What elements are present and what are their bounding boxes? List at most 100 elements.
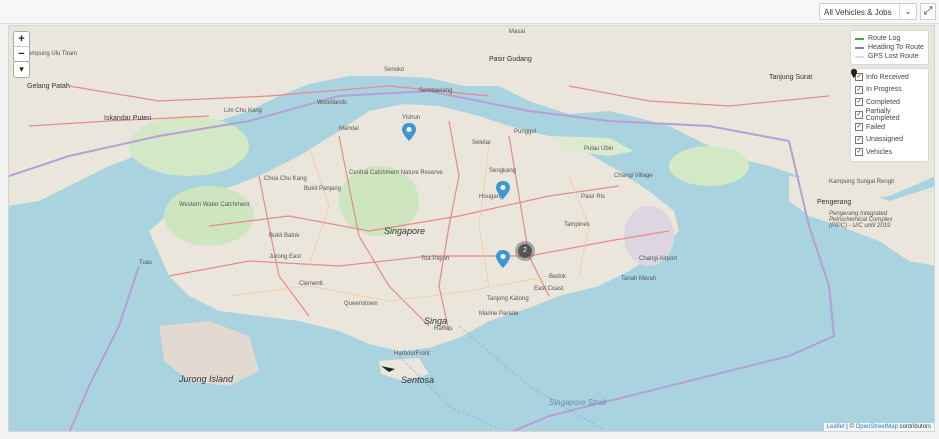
map-label: Singapore Strait bbox=[549, 398, 607, 407]
gps-lost-swatch bbox=[855, 55, 864, 58]
attribution-separator: | © bbox=[844, 424, 856, 430]
map-label: Singa bbox=[424, 316, 448, 326]
map-label: East Coast bbox=[534, 286, 564, 292]
map-pin-icon bbox=[402, 123, 416, 141]
map-label: Seletar bbox=[472, 140, 492, 146]
map-label: Pengerang Integrated Petrochemical Compl… bbox=[829, 211, 893, 229]
map-label: Choa Chu Kang bbox=[264, 176, 307, 182]
attribution-suffix: contributors bbox=[897, 424, 931, 430]
vehicle-filter-select[interactable]: All Vehicles & Jobs ⌄ bbox=[819, 3, 917, 20]
map-base bbox=[9, 26, 934, 431]
map-label: Singapore bbox=[384, 226, 426, 236]
osm-link[interactable]: OpenStreetMap bbox=[856, 424, 898, 430]
map-label: Kampung Sungai Rengit bbox=[829, 179, 895, 185]
map-label: Iskandar Puteri bbox=[104, 115, 152, 122]
map-label: Woodlands bbox=[317, 100, 347, 106]
map-label: Bedok bbox=[549, 274, 567, 280]
route-legend-label: GPS Lost Route bbox=[868, 53, 919, 60]
ferry-route-2 bbox=[458, 325, 607, 431]
fullscreen-icon[interactable]: ⤢ bbox=[920, 3, 936, 20]
map-label: Kampung Ulu Tiram bbox=[24, 51, 78, 57]
map-label: Tanjong Katong bbox=[487, 296, 529, 302]
status-label: Failed bbox=[866, 123, 886, 131]
map-label: Clementi bbox=[299, 281, 323, 287]
status-filter-item[interactable]: ✓ Unassigned bbox=[851, 69, 924, 147]
map-label: Western Water Catchment bbox=[179, 202, 250, 208]
route-legend: Route Log Heading To Route GPS Lost Rout… bbox=[850, 30, 929, 65]
map-label: HarbourFront bbox=[394, 351, 430, 357]
job-marker[interactable] bbox=[496, 250, 510, 268]
map-label: Toa Payoh bbox=[421, 256, 450, 262]
checkbox-checked-icon[interactable]: ✓ bbox=[855, 148, 863, 157]
status-label: Info Received bbox=[866, 73, 909, 81]
map-label: Punggol bbox=[514, 129, 537, 135]
zoom-out-button[interactable]: − bbox=[14, 46, 29, 61]
map-label: Masai bbox=[509, 29, 526, 35]
map-label: Pengerang bbox=[817, 199, 852, 206]
pengerang-green bbox=[669, 146, 749, 186]
vehicle-filter-value: All Vehicles & Jobs bbox=[824, 8, 892, 17]
map-label: Sengkang bbox=[489, 168, 517, 174]
map-label: Tanah Merah bbox=[621, 276, 657, 282]
status-filter-item[interactable]: ✓ Completed bbox=[851, 69, 924, 109]
status-label: Partially Completed bbox=[865, 107, 900, 122]
status-filter-item[interactable]: ✓ Partially Completed bbox=[851, 69, 924, 122]
map-pin-icon bbox=[496, 250, 510, 268]
route-legend-item: Heading To Route bbox=[855, 43, 924, 52]
map-label: Pasir Ris bbox=[581, 194, 606, 200]
job-marker[interactable] bbox=[402, 123, 416, 141]
checkbox-checked-icon[interactable]: ✓ bbox=[855, 85, 863, 94]
map-label: Tampines bbox=[564, 222, 590, 228]
cluster-count: 2 bbox=[518, 244, 532, 258]
status-filter-item[interactable]: ✓ Failed bbox=[851, 69, 924, 134]
map-label: Queenstown bbox=[344, 301, 378, 307]
map-label: Yishun bbox=[402, 115, 421, 121]
map-label: Tanjung Surat bbox=[769, 74, 813, 81]
map-label: Mandai bbox=[339, 126, 359, 132]
status-label: Unassigned bbox=[866, 136, 903, 144]
status-label: In Progress bbox=[866, 86, 902, 94]
map-label: Central Catchment Nature Reserve bbox=[349, 170, 443, 176]
heading-route-swatch bbox=[855, 46, 864, 49]
checkbox-checked-icon[interactable]: ✓ bbox=[855, 110, 863, 119]
map-pin-icon bbox=[496, 181, 510, 199]
map-label: Raffles bbox=[434, 326, 453, 332]
western-catchment-green bbox=[164, 186, 254, 246]
status-filter-item[interactable]: ✓ Vehicles bbox=[851, 69, 924, 159]
border-line-south bbox=[68, 265, 140, 431]
map-label: Jurong Island bbox=[179, 374, 234, 384]
map-attribution: Leaflet | © OpenStreetMap contributors bbox=[823, 423, 934, 431]
checkbox-checked-icon[interactable]: ✓ bbox=[855, 135, 863, 144]
map-label: Jurong East bbox=[269, 254, 302, 260]
map-label: Bukit Panjang bbox=[304, 186, 342, 192]
map-label: Lim Chu Kang bbox=[224, 108, 263, 114]
locate-pin-icon[interactable]: ▾ bbox=[13, 61, 30, 78]
checkbox-checked-icon[interactable]: ✓ bbox=[855, 98, 863, 107]
map-label: Changi Airport bbox=[639, 256, 678, 262]
leaflet-link[interactable]: Leaflet bbox=[827, 424, 845, 430]
zoom-control: + − bbox=[13, 31, 30, 62]
job-marker[interactable] bbox=[496, 181, 510, 199]
route-legend-item: GPS Lost Route bbox=[855, 52, 924, 61]
status-filter-item[interactable]: ✓ Info Received bbox=[851, 69, 924, 84]
zoom-in-button[interactable]: + bbox=[14, 32, 29, 46]
map-view[interactable]: Gelang Patah Iskandar Puteri Pasir Gudan… bbox=[8, 25, 935, 432]
map-label: Changi Village bbox=[614, 173, 653, 179]
map-label: Pasir Gudang bbox=[489, 56, 532, 63]
marker-cluster[interactable]: 2 bbox=[515, 241, 535, 261]
status-legend: ✓ Info Received ✓ In Progress ✓ Completed ✓… bbox=[850, 68, 929, 162]
route-legend-item: Route Log bbox=[855, 34, 924, 43]
status-label: Vehicles bbox=[866, 148, 893, 156]
map-label: Pulau Ubin bbox=[584, 146, 614, 152]
map-label: Bukit Batok bbox=[269, 233, 300, 239]
black-pin-icon bbox=[851, 69, 857, 78]
map-label: Senoko bbox=[384, 67, 405, 73]
map-label: Sentosa bbox=[401, 375, 435, 385]
status-filter-item[interactable]: ✓ In Progress bbox=[851, 69, 924, 97]
route-log-swatch bbox=[855, 37, 864, 40]
top-toolbar: All Vehicles & Jobs ⌄ ⤢ bbox=[0, 0, 939, 24]
checkbox-checked-icon[interactable]: ✓ bbox=[855, 123, 863, 132]
chevron-down-icon[interactable]: ⌄ bbox=[899, 4, 916, 19]
route-legend-label: Heading To Route bbox=[868, 44, 924, 51]
map-label: Tuas bbox=[139, 260, 153, 266]
